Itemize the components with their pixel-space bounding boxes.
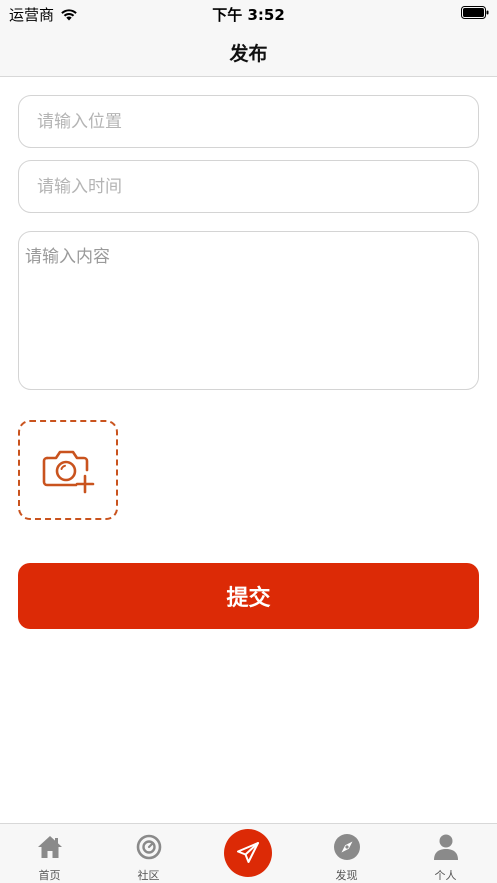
time-field [18, 160, 479, 213]
add-photo-button[interactable] [18, 420, 118, 520]
camera-add-icon [42, 450, 95, 494]
tab-community[interactable]: 社区 [99, 824, 198, 883]
tab-discover[interactable]: 发现 [297, 824, 396, 883]
home-icon [36, 833, 64, 861]
tab-home-label: 首页 [38, 869, 61, 882]
tab-home[interactable]: 首页 [0, 824, 99, 883]
status-time: 下午 3:52 [212, 6, 285, 24]
tab-bar: 首页 社区 发现 个人 [0, 823, 497, 883]
submit-button[interactable]: 提交 [18, 563, 479, 629]
person-icon [432, 833, 460, 861]
publish-tab-button [223, 829, 272, 877]
paper-plane-icon [236, 842, 259, 863]
time-input[interactable] [19, 161, 478, 212]
tab-publish[interactable] [198, 824, 297, 883]
community-icon [135, 833, 163, 861]
status-bar: 运营商 下午 3:52 [0, 0, 497, 26]
tab-community-label: 社区 [137, 869, 160, 882]
location-input[interactable] [19, 96, 478, 147]
nav-bar: 发布 [0, 26, 497, 77]
compass-icon [333, 833, 361, 861]
tab-discover-label: 发现 [335, 869, 358, 882]
content-textarea[interactable] [19, 232, 478, 387]
battery-icon [461, 6, 489, 19]
page-title: 发布 [229, 43, 268, 65]
content-field [18, 231, 479, 390]
tab-profile-label: 个人 [434, 869, 457, 882]
location-field [18, 95, 479, 148]
tab-profile[interactable]: 个人 [396, 824, 495, 883]
